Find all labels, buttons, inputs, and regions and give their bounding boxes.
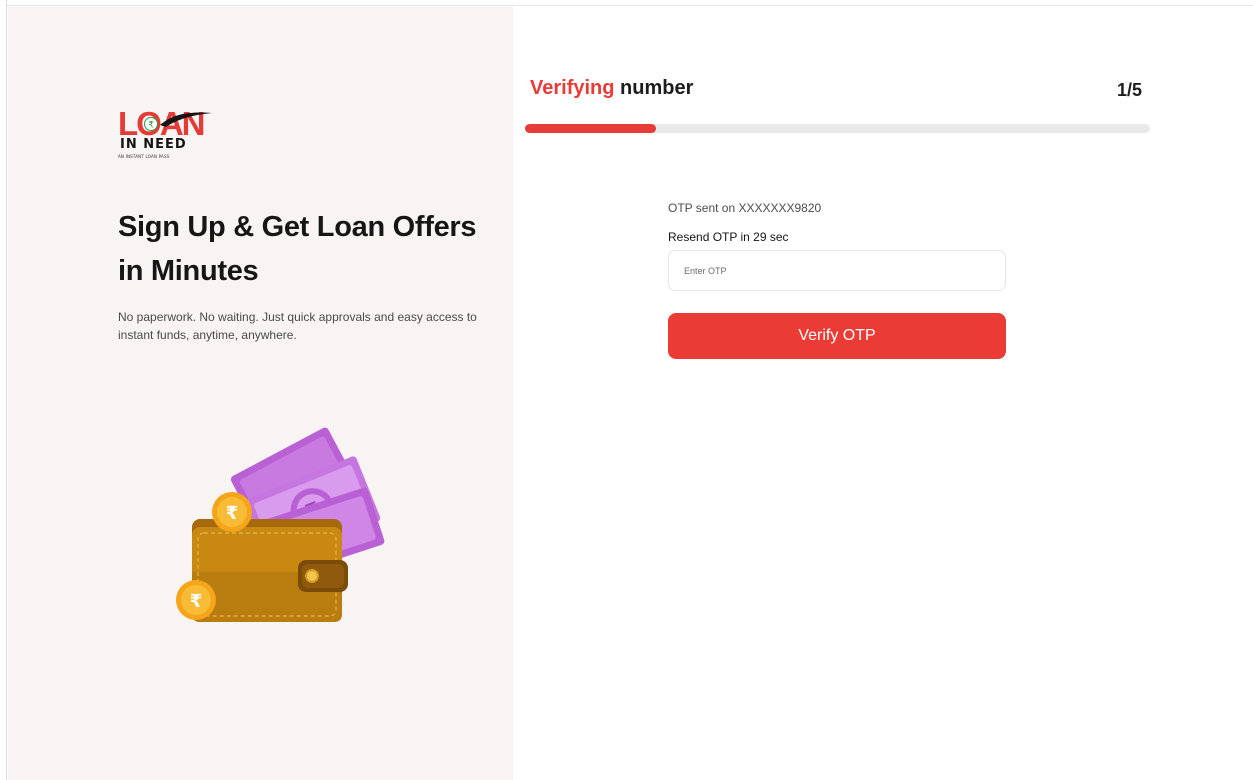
hero-headline: Sign Up & Get Loan Offers in Minutes xyxy=(118,211,477,287)
logo-subtitle: IN NEED xyxy=(120,137,187,152)
otp-input[interactable] xyxy=(668,250,1006,291)
hero-subtext: No paperwork. No waiting. Just quick app… xyxy=(118,310,477,342)
resend-otp-timer: Resend OTP in 29 sec xyxy=(668,230,789,244)
svg-text:₹: ₹ xyxy=(226,503,239,524)
step-title: Verifying number xyxy=(530,77,693,100)
svg-text:₹: ₹ xyxy=(148,121,154,131)
window-top-edge xyxy=(0,0,1253,6)
step-title-accent: Verifying xyxy=(530,77,615,99)
rupee-coin-logo-icon: ₹ xyxy=(144,117,158,131)
verify-otp-button[interactable]: Verify OTP xyxy=(668,313,1006,359)
window-left-edge xyxy=(0,0,7,780)
brand-logo[interactable]: LOAN ₹ IN NEED AN INSTANT LOAN PASS xyxy=(118,107,218,163)
otp-sent-text: OTP sent on XXXXXXX9820 xyxy=(668,201,822,215)
logo-tagline: AN INSTANT LOAN PASS xyxy=(118,154,170,159)
step-title-rest: number xyxy=(614,77,694,99)
svg-text:₹: ₹ xyxy=(190,591,203,612)
step-progress-fill xyxy=(525,124,657,133)
signup-step-panel: Verifying number 1/5 OTP sent on XXXXXXX… xyxy=(513,7,1253,780)
logo-swoosh-icon xyxy=(160,112,212,127)
left-panel: LOAN ₹ IN NEED AN INSTANT LOAN PASS Sign… xyxy=(8,7,513,780)
step-counter: 1/5 xyxy=(1117,80,1143,100)
wallet-with-cash-icon: ₹ ₹ ₹ xyxy=(176,427,385,622)
step-progress-bar xyxy=(525,124,1150,133)
